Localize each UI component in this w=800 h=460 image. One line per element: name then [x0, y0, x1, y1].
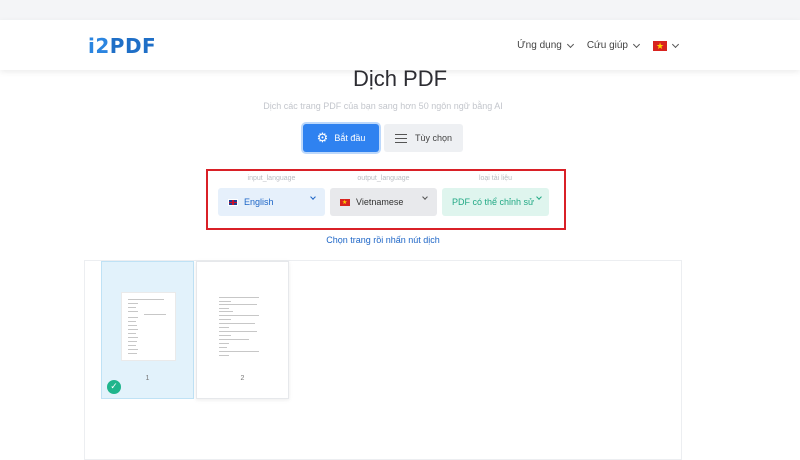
options-button-label: Tùy chọn — [414, 133, 453, 143]
options-button[interactable]: Tùy chọn — [384, 124, 463, 152]
page-thumbnail-card[interactable]: 1 ✓ — [101, 261, 194, 399]
site-header: i2PDF Ứng dụng Cứu giúp — [0, 20, 800, 70]
language-switcher[interactable] — [653, 39, 680, 53]
nav-apps[interactable]: Ứng dụng — [517, 40, 574, 51]
input-language-label: input_language — [247, 175, 296, 182]
instruction-text: Chọn trang rồi nhấn nút dịch — [326, 235, 440, 245]
chevron-down-icon — [536, 194, 542, 200]
page-thumbnail-card[interactable]: 2 — [196, 261, 289, 399]
logo[interactable]: i2PDF — [88, 34, 156, 58]
input-language-value: English — [244, 197, 274, 207]
document-type-label: loại tài liệu — [478, 175, 513, 182]
nav-help[interactable]: Cứu giúp — [586, 40, 641, 51]
output-language-label: output_language — [357, 175, 410, 182]
chevron-down-icon — [422, 194, 428, 200]
uk-flag-icon — [228, 198, 238, 206]
chevron-down-icon — [671, 40, 680, 48]
page-subtitle: Dịch các trang PDF của bạn sang hơn 50 n… — [263, 101, 503, 111]
chevron-down-icon — [566, 40, 574, 48]
document-type-value: PDF có thể chỉnh sử — [452, 197, 535, 207]
page-thumbnail — [217, 297, 266, 360]
logo-prefix: i2 — [88, 34, 110, 58]
logo-suffix: PDF — [109, 34, 157, 58]
main-nav: Ứng dụng Cứu giúp — [503, 39, 680, 53]
input-language-select[interactable]: English — [218, 188, 325, 216]
vn-flag-icon — [653, 39, 667, 53]
chevron-down-icon — [310, 194, 316, 200]
gears-icon: ⚙ — [316, 130, 329, 145]
sliders-icon — [394, 133, 407, 143]
output-language-value: Vietnamese — [356, 197, 404, 207]
output-language-select[interactable]: Vietnamese — [330, 188, 437, 216]
chevron-down-icon — [632, 40, 641, 48]
page-number: 2 — [240, 375, 245, 382]
nav-apps-label: Ứng dụng — [517, 40, 562, 51]
start-button[interactable]: ⚙ Bắt đầu — [303, 124, 379, 152]
document-type-select[interactable]: PDF có thể chỉnh sử — [442, 188, 549, 216]
start-button-label: Bắt đầu — [334, 133, 366, 143]
nav-help-label: Cứu giúp — [586, 40, 628, 51]
page-thumbnail — [121, 292, 176, 361]
check-icon: ✓ — [107, 380, 121, 394]
vn-flag-icon — [340, 196, 350, 210]
browser-top-strip — [0, 0, 800, 20]
